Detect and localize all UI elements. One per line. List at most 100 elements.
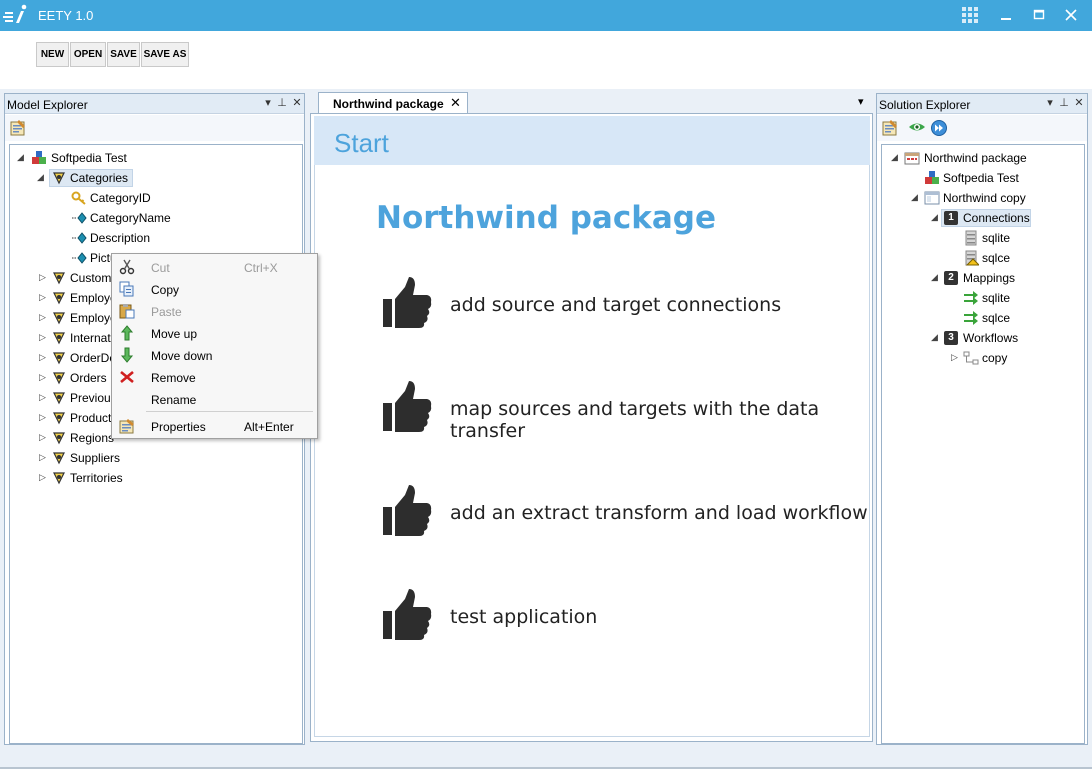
step-item[interactable]: add source and target connections	[381, 275, 871, 335]
tree-node-table[interactable]: ▷ Territories	[10, 469, 270, 487]
collapse-arrow-icon[interactable]: ▷	[39, 472, 46, 483]
tree-label: Product	[70, 411, 112, 425]
tree-label: Suppliers	[70, 451, 121, 465]
tree-label: Internat	[70, 331, 111, 345]
tree-node-field[interactable]: CategoryID	[10, 189, 270, 207]
step-item[interactable]: test application	[381, 587, 871, 647]
tree-node-workflows[interactable]: ◢ 3 Workflows	[882, 329, 1082, 347]
database-icon	[32, 151, 46, 164]
menu-item-move-up[interactable]: Move up	[114, 322, 315, 344]
collapse-arrow-icon[interactable]: ▷	[39, 292, 46, 303]
save-as-button[interactable]: SAVE AS	[141, 42, 189, 67]
thumbs-up-icon	[383, 381, 432, 432]
menu-item-copy[interactable]: Copy	[114, 278, 315, 300]
tree-node-mapping[interactable]: sqlite	[882, 289, 1082, 307]
collapse-arrow-icon[interactable]: ▷	[39, 332, 46, 343]
tree-label: sqlce	[982, 251, 1011, 265]
tab-northwind-package[interactable]: Northwind package ✕	[318, 92, 468, 114]
collapse-arrow-icon[interactable]: ▷	[39, 392, 46, 403]
collapse-arrow-icon[interactable]: ▷	[39, 272, 46, 283]
solution-explorer-tools	[877, 115, 1087, 141]
tree-label: Territories	[70, 471, 123, 485]
dropdown-icon[interactable]: ▾	[1043, 96, 1057, 110]
key-icon	[71, 191, 86, 205]
tree-node-workflow[interactable]: ▷ copy	[882, 349, 1082, 367]
tree-label: Northwind copy	[943, 191, 1026, 205]
tree-node-connection[interactable]: sqlite	[882, 229, 1082, 247]
expand-arrow-icon[interactable]: ◢	[931, 272, 938, 283]
properties-icon[interactable]	[9, 119, 27, 137]
tree-node-mapping[interactable]: sqlce	[882, 309, 1082, 327]
tab-dropdown-icon[interactable]: ▾	[858, 95, 864, 108]
tree-node-categories[interactable]: ◢ Categories	[10, 169, 270, 187]
open-button[interactable]: OPEN	[70, 42, 106, 67]
document-frame: Start Northwind package add source and t…	[310, 113, 873, 742]
tree-node-connections[interactable]: ◢ 1 Connections	[882, 209, 1082, 227]
properties-icon[interactable]	[881, 119, 899, 137]
table-icon	[53, 352, 65, 365]
solution-tree: ◢ Northwind package Softpedia Test ◢ Nor…	[881, 144, 1085, 744]
tree-label: Employe	[70, 311, 117, 325]
menu-item-rename[interactable]: Rename	[114, 388, 315, 410]
dropdown-icon[interactable]: ▾	[261, 96, 275, 110]
model-explorer-tools	[5, 115, 304, 141]
tree-node-model[interactable]: Softpedia Test	[882, 169, 1082, 187]
menu-shortcut: Alt+Enter	[244, 420, 294, 434]
tree-node-mappings[interactable]: ◢ 2 Mappings	[882, 269, 1082, 287]
table-icon	[53, 332, 65, 345]
tab-label: Northwind package	[333, 97, 444, 111]
tree-label: Employe	[70, 291, 117, 305]
tree-label: Softpedia Test	[943, 171, 1019, 185]
tree-node-field[interactable]: CategoryName	[10, 209, 270, 227]
close-icon[interactable]: ✕	[1072, 96, 1086, 110]
properties-icon	[119, 419, 134, 434]
grid-icon[interactable]	[958, 5, 982, 25]
eye-icon[interactable]	[908, 119, 926, 137]
menu-item-move-down[interactable]: Move down	[114, 344, 315, 366]
expand-arrow-icon[interactable]: ◢	[931, 332, 938, 343]
tree-node-copy[interactable]: ◢ Northwind copy	[882, 189, 1082, 207]
step-item[interactable]: map sources and targets with the data tr…	[381, 379, 871, 442]
close-icon[interactable]: ✕	[290, 96, 304, 110]
tree-label: sqlite	[982, 231, 1011, 245]
play-icon[interactable]	[930, 119, 948, 137]
expand-arrow-icon[interactable]: ◢	[911, 192, 918, 203]
collapse-arrow-icon[interactable]: ▷	[39, 432, 46, 443]
maximize-icon[interactable]	[1027, 5, 1051, 25]
collapse-arrow-icon[interactable]: ▷	[39, 352, 46, 363]
tree-label: Orders	[70, 371, 107, 385]
collapse-arrow-icon[interactable]: ▷	[39, 452, 46, 463]
column-icon	[72, 252, 87, 264]
menu-item-paste[interactable]: Paste	[114, 300, 315, 322]
menu-item-cut[interactable]: Cut Ctrl+X	[114, 256, 315, 278]
collapse-arrow-icon[interactable]: ▷	[39, 312, 46, 323]
save-button[interactable]: SAVE	[107, 42, 140, 67]
menu-item-properties[interactable]: Properties Alt+Enter	[114, 415, 315, 437]
tree-node-connection[interactable]: sqlce	[882, 249, 1082, 267]
tree-label: Workflows	[963, 331, 1019, 345]
tree-node-table[interactable]: ▷ Suppliers	[10, 449, 270, 467]
close-icon[interactable]	[1059, 5, 1083, 25]
title-bar: EETY 1.0	[0, 0, 1092, 31]
expand-arrow-icon[interactable]: ◢	[891, 152, 898, 163]
paste-icon	[119, 304, 135, 319]
new-button[interactable]: NEW	[36, 42, 69, 67]
collapse-arrow-icon[interactable]: ▷	[39, 372, 46, 383]
minimize-icon[interactable]	[994, 5, 1018, 25]
workflow-icon	[963, 351, 979, 365]
expand-arrow-icon[interactable]: ◢	[17, 152, 24, 163]
tree-node-package[interactable]: ◢ Northwind package	[882, 149, 1082, 167]
collapse-arrow-icon[interactable]: ▷	[39, 412, 46, 423]
step-item[interactable]: add an extract transform and load workfl…	[381, 483, 871, 543]
collapse-arrow-icon[interactable]: ▷	[951, 352, 958, 363]
pin-icon[interactable]: ⊥	[275, 96, 289, 110]
expand-arrow-icon[interactable]: ◢	[37, 172, 44, 183]
menu-item-remove[interactable]: Remove	[114, 366, 315, 388]
tree-node-root[interactable]: ◢ Softpedia Test	[10, 149, 270, 167]
close-icon[interactable]: ✕	[450, 95, 461, 111]
index-badge: 1	[944, 211, 958, 225]
table-icon	[53, 372, 65, 385]
expand-arrow-icon[interactable]: ◢	[931, 212, 938, 223]
tree-node-field[interactable]: Description	[10, 229, 270, 247]
pin-icon[interactable]: ⊥	[1057, 96, 1071, 110]
